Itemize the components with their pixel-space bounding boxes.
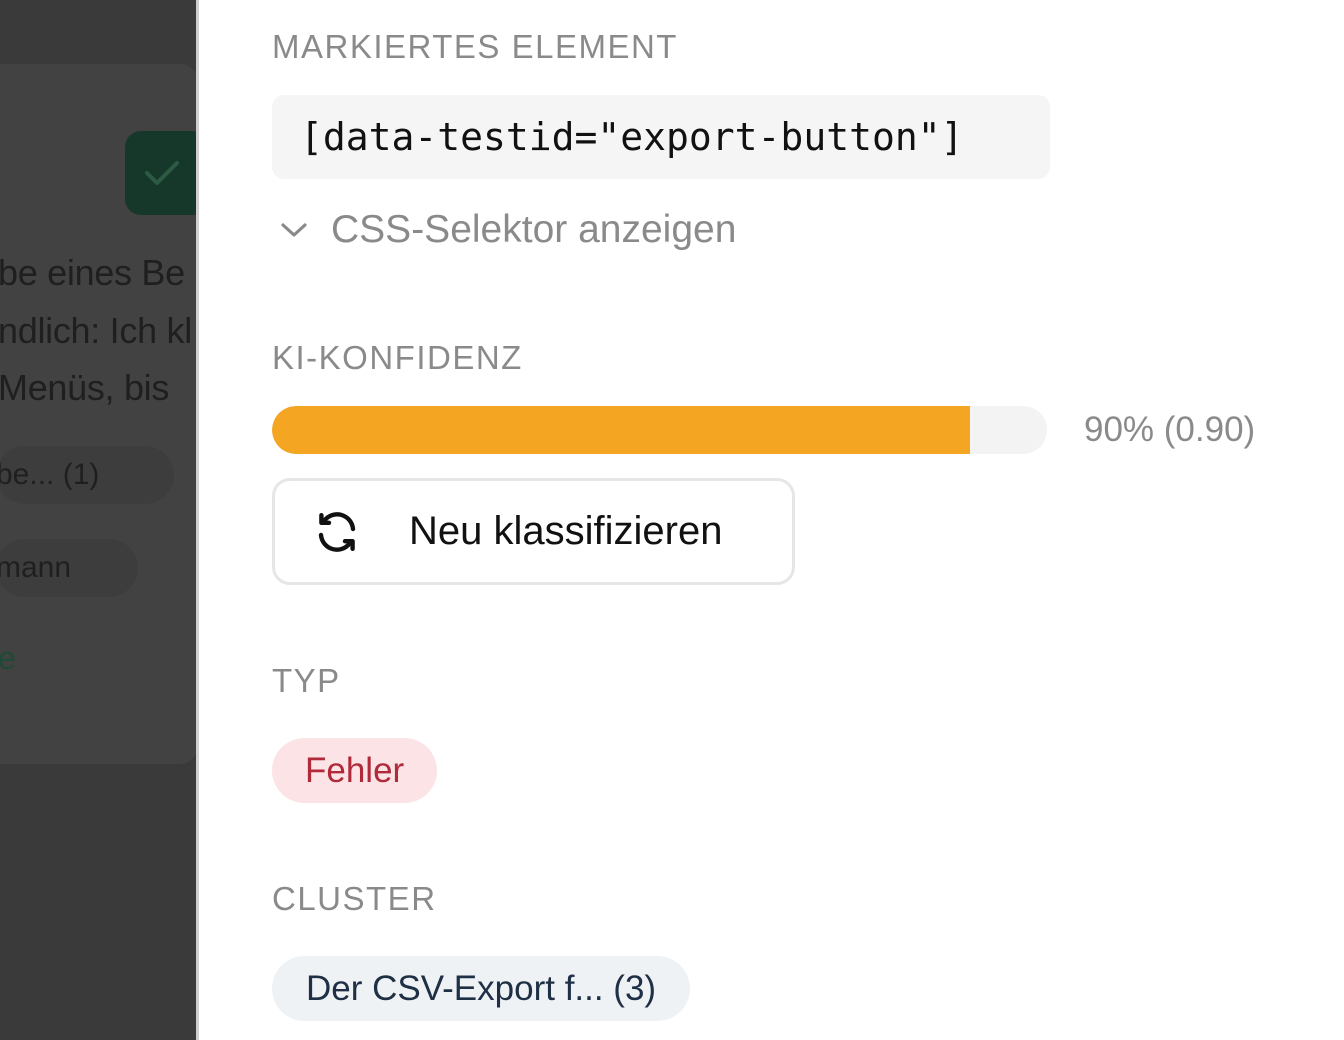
background-text-line: Menüs, bis — [0, 367, 170, 408]
cluster-badge[interactable]: Der CSV-Export f... (3) — [272, 956, 691, 1021]
show-css-selector-label: CSS-Selektor anzeigen — [331, 208, 737, 251]
chevron-down-icon — [281, 223, 307, 237]
background-pill: mann — [0, 539, 138, 597]
element-selector-code: [data-testid="export-button"] — [300, 115, 964, 159]
marked-element-label: MARKIERTES ELEMENT — [272, 28, 678, 65]
reclassify-button-label: Neu klassifizieren — [409, 509, 723, 553]
feedback-detail-panel: MARKIERTES ELEMENT [data-testid="export-… — [199, 0, 1344, 1040]
confidence-bar-fill — [272, 406, 970, 454]
background-pill: be... (1) — [0, 446, 174, 504]
page-backdrop[interactable]: be eines Be ndlich: Ich kl Menüs, bis be… — [0, 0, 198, 1040]
cluster-label: CLUSTER — [272, 880, 437, 917]
reclassify-button[interactable]: Neu klassifizieren — [272, 478, 795, 585]
check-icon — [145, 161, 179, 185]
selector-box: [data-testid="export-button"] — [272, 95, 1050, 179]
type-label: TYP — [272, 662, 341, 699]
background-link: e — [0, 640, 16, 676]
confidence-bar — [272, 406, 1047, 454]
background-text-line: ndlich: Ich kl — [0, 310, 192, 351]
type-badge: Fehler — [272, 738, 438, 803]
show-css-selector-toggle[interactable]: CSS-Selektor anzeigen — [279, 208, 736, 252]
background-check-button — [125, 131, 198, 215]
refresh-icon — [313, 508, 361, 556]
confidence-value: 90% (0.90) — [1084, 410, 1256, 449]
background-text-line: be eines Be — [0, 252, 185, 293]
confidence-label: KI-KONFIDENZ — [272, 339, 523, 376]
